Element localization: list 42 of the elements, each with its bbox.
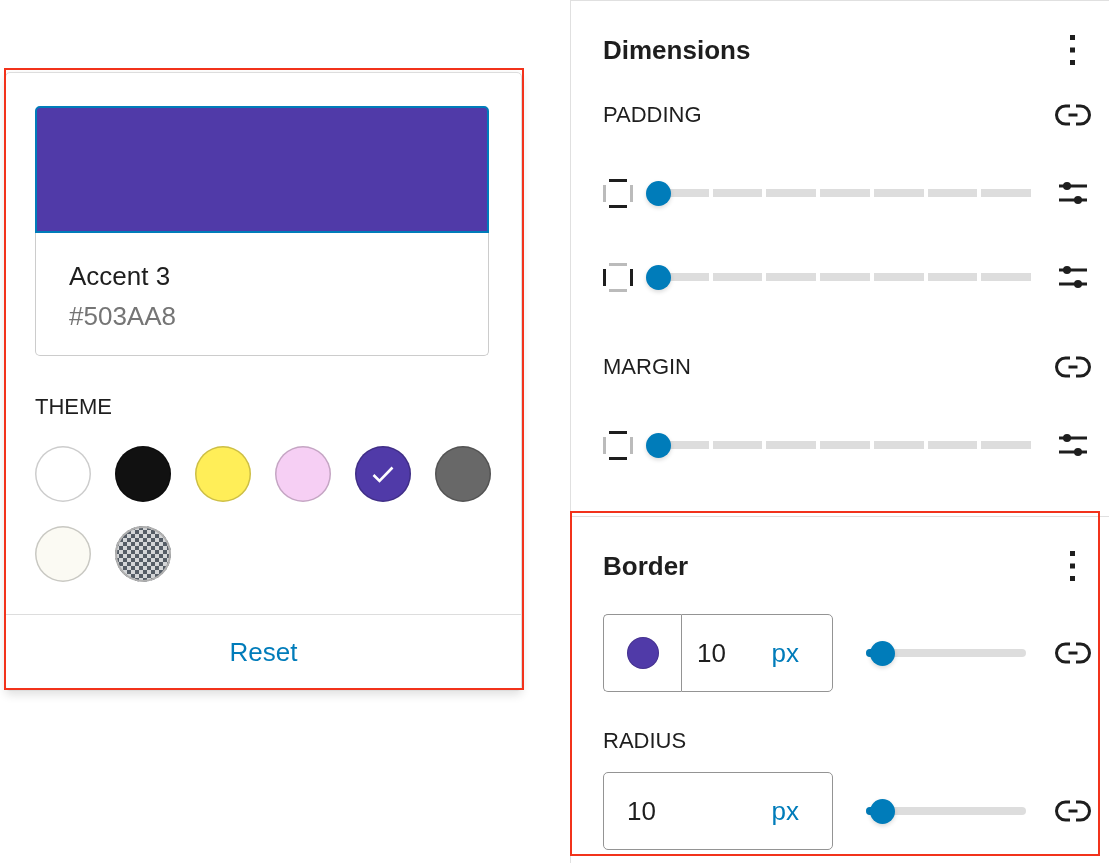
color-picker-button[interactable] [603, 614, 681, 692]
slider-thumb[interactable] [869, 640, 895, 666]
slider-thumb[interactable] [646, 432, 671, 458]
color-swatch[interactable] [195, 446, 251, 502]
section-label: RADIUS [603, 729, 687, 753]
color-hex-value: #503AA8 [69, 300, 177, 333]
palette-label: THEME [35, 395, 113, 419]
more-options-icon[interactable] [1070, 35, 1075, 65]
reset-button[interactable]: Reset [6, 614, 521, 690]
color-swatch[interactable] [35, 526, 91, 582]
more-options-icon[interactable] [1070, 551, 1075, 581]
color-swatch[interactable] [435, 446, 491, 502]
box-sides-icon [603, 430, 633, 460]
link-icon[interactable] [1055, 356, 1091, 378]
slider-track[interactable] [866, 798, 1026, 824]
sliders-icon[interactable] [1059, 182, 1087, 204]
section-label: MARGIN [603, 355, 691, 379]
sliders-icon[interactable] [1059, 266, 1087, 288]
link-icon[interactable] [1055, 800, 1091, 822]
section-label: PADDING [603, 103, 702, 127]
unit-select[interactable]: px [771, 637, 799, 669]
link-icon[interactable] [1055, 104, 1091, 126]
box-sides-icon [603, 178, 633, 208]
link-icon[interactable] [1055, 642, 1091, 664]
panel-title: Dimensions [603, 34, 751, 67]
unit-select[interactable]: px [771, 795, 799, 827]
transparent-swatch[interactable] [115, 526, 171, 582]
width-input[interactable]: 10 px [681, 614, 833, 692]
slider-thumb[interactable] [869, 798, 895, 824]
box-sides-icon [603, 262, 633, 292]
radius-input[interactable]: 10 px [603, 772, 833, 850]
panel-title: Border [603, 550, 689, 583]
color-swatch[interactable] [115, 446, 171, 502]
color-name: Accent 3 [69, 260, 172, 293]
check-icon [372, 465, 394, 483]
color-swatch[interactable] [355, 446, 411, 502]
slider-thumb[interactable] [646, 264, 671, 290]
slider-thumb[interactable] [646, 180, 671, 206]
color-swatch[interactable] [35, 446, 91, 502]
sliders-icon[interactable] [1059, 434, 1087, 456]
color-swatch[interactable] [275, 446, 331, 502]
slider-track[interactable] [866, 640, 1026, 666]
